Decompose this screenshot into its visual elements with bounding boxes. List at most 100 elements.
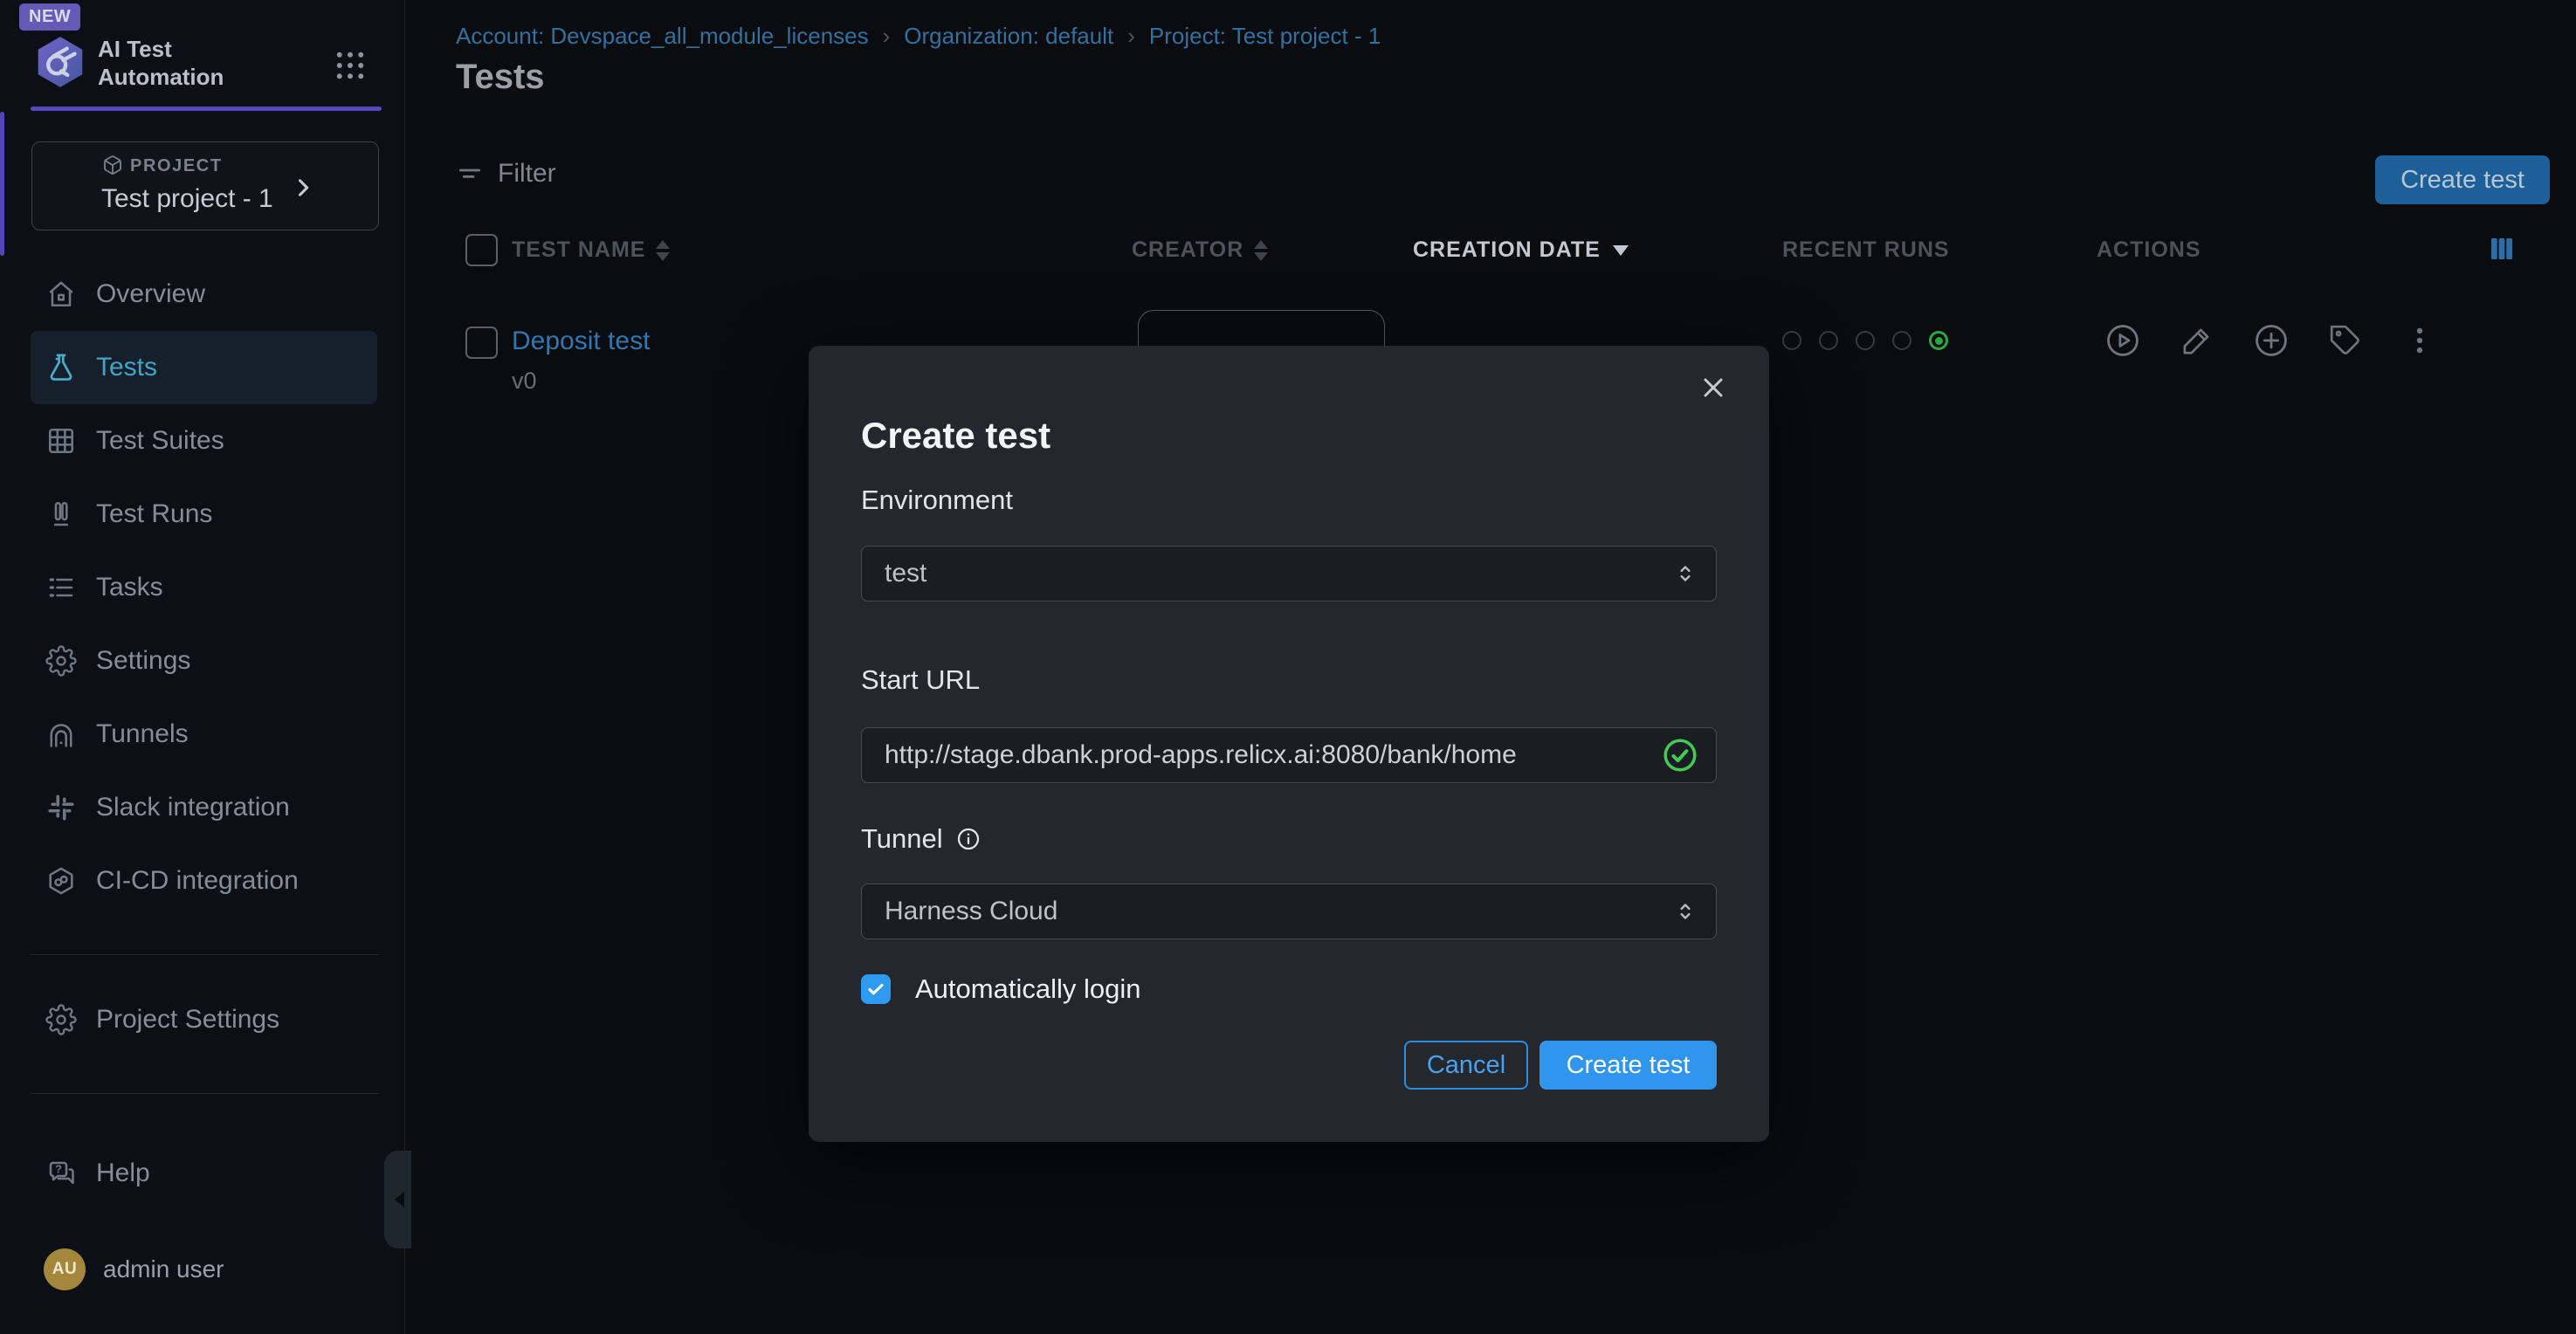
- sidebar-item-tasks[interactable]: Tasks: [31, 551, 377, 624]
- more-options-icon[interactable]: [2400, 321, 2439, 360]
- sidebar-footer: ? Help AU admin user: [0, 1142, 404, 1334]
- app-logo-icon[interactable]: [31, 33, 89, 91]
- sidebar-item-label: Project Settings: [96, 1005, 279, 1035]
- select-all-checkbox[interactable]: [465, 234, 498, 266]
- filter-icon: [456, 160, 484, 188]
- tunnel-select[interactable]: Harness Cloud: [861, 884, 1717, 939]
- sidebar-nav: Overview Tests Test Suites: [0, 258, 404, 1122]
- filter-button[interactable]: Filter: [456, 159, 556, 189]
- column-header-creation-date[interactable]: CREATION DATE: [1413, 237, 1629, 263]
- chevron-right-icon: [291, 175, 315, 200]
- cancel-button[interactable]: Cancel: [1404, 1041, 1528, 1090]
- breadcrumb: Account: Devspace_all_module_licenses › …: [456, 23, 1381, 50]
- tunnel-value: Harness Cloud: [885, 897, 1672, 926]
- tunnel-label-text: Tunnel: [861, 822, 943, 856]
- run-status-dot[interactable]: [1782, 331, 1801, 350]
- info-icon[interactable]: [955, 826, 981, 852]
- run-test-icon[interactable]: [2104, 321, 2142, 360]
- home-icon: [45, 278, 77, 310]
- environment-value: test: [885, 559, 1672, 588]
- run-status-dot-passed[interactable]: [1929, 331, 1948, 350]
- test-version: v0: [512, 368, 537, 395]
- column-header-recent-runs: RECENT RUNS: [1782, 237, 1950, 263]
- cube-icon: [102, 155, 123, 175]
- filter-label: Filter: [498, 159, 556, 189]
- sidebar-item-label: Test Runs: [96, 499, 212, 529]
- auto-login-checkbox[interactable]: [861, 974, 891, 1004]
- sidebar-item-label: Test Suites: [96, 426, 224, 456]
- project-kicker: PROJECT: [130, 156, 223, 176]
- test-name-link[interactable]: Deposit test: [512, 327, 650, 356]
- column-header-actions: ACTIONS: [2097, 237, 2201, 263]
- row-actions: [2104, 321, 2439, 360]
- sidebar-item-test-runs[interactable]: Test Runs: [31, 478, 377, 551]
- breadcrumb-organization[interactable]: Organization: default: [904, 23, 1113, 50]
- sidebar-item-label: Slack integration: [96, 793, 290, 822]
- user-menu[interactable]: AU admin user: [44, 1248, 224, 1290]
- sidebar-item-slack-integration[interactable]: Slack integration: [31, 771, 377, 844]
- sort-icons: [1254, 240, 1268, 261]
- run-status-dot[interactable]: [1892, 331, 1911, 350]
- valid-check-icon: [1662, 737, 1698, 774]
- user-name: admin user: [103, 1255, 224, 1283]
- sidebar-item-overview[interactable]: Overview: [31, 258, 377, 331]
- sidebar-item-cicd-integration[interactable]: CI-CD integration: [31, 844, 377, 918]
- tunnel-icon: [45, 719, 77, 750]
- hexagon-link-icon: [45, 865, 77, 897]
- sidebar: NEW AI Test Automation: [0, 0, 405, 1334]
- sidebar-item-label: Tests: [96, 353, 157, 382]
- column-settings-icon[interactable]: [2487, 234, 2517, 264]
- modal-create-test-button[interactable]: Create test: [1539, 1041, 1717, 1090]
- select-stepper-icon: [1672, 560, 1698, 587]
- column-label: CREATOR: [1132, 237, 1243, 263]
- column-header-creator[interactable]: CREATOR: [1132, 237, 1268, 263]
- auto-login-label: Automatically login: [915, 973, 1140, 1005]
- help-button[interactable]: ? Help: [45, 1158, 150, 1189]
- app-name: AI Test Automation: [98, 35, 272, 91]
- edit-icon[interactable]: [2178, 321, 2216, 360]
- column-label: TEST NAME: [512, 237, 645, 263]
- flask-icon: [45, 352, 77, 383]
- sidebar-item-tunnels[interactable]: Tunnels: [31, 698, 377, 771]
- select-stepper-icon: [1672, 898, 1698, 925]
- run-status-dot[interactable]: [1856, 331, 1875, 350]
- breadcrumb-account[interactable]: Account: Devspace_all_module_licenses: [456, 23, 869, 50]
- tag-icon[interactable]: [2326, 321, 2365, 360]
- column-label: RECENT RUNS: [1782, 237, 1950, 263]
- svg-text:?: ?: [55, 1162, 62, 1175]
- sidebar-item-project-settings[interactable]: Project Settings: [31, 983, 377, 1056]
- environment-select[interactable]: test: [861, 546, 1717, 602]
- project-name: Test project - 1: [101, 184, 273, 214]
- project-selector[interactable]: PROJECT Test project - 1: [31, 141, 379, 230]
- table-header: TEST NAME CREATOR CREATION DATE RECENT R…: [405, 225, 2576, 274]
- tunnel-label: Tunnel: [861, 822, 981, 856]
- modal-title: Create test: [861, 415, 1050, 457]
- auto-login-row[interactable]: Automatically login: [861, 973, 1140, 1005]
- sidebar-item-settings[interactable]: Settings: [31, 624, 377, 698]
- sort-icons: [656, 240, 670, 261]
- sidebar-collapse-handle[interactable]: [384, 1151, 411, 1248]
- column-header-test-name[interactable]: TEST NAME: [512, 237, 670, 263]
- sidebar-item-label: Tasks: [96, 573, 163, 602]
- start-url-value: http://stage.dbank.prod-apps.relicx.ai:8…: [885, 740, 1662, 770]
- create-test-button[interactable]: Create test: [2375, 155, 2550, 204]
- avatar: AU: [44, 1248, 86, 1290]
- row-checkbox[interactable]: [465, 327, 498, 359]
- page-title: Tests: [456, 58, 545, 97]
- sidebar-item-label: CI-CD integration: [96, 866, 299, 896]
- close-icon[interactable]: [1692, 367, 1734, 409]
- breadcrumb-project[interactable]: Project: Test project - 1: [1149, 23, 1381, 50]
- sidebar-scrollbar[interactable]: [0, 112, 4, 256]
- module-switcher-icon[interactable]: [332, 47, 368, 84]
- gear-icon: [45, 1004, 77, 1035]
- add-to-suite-icon[interactable]: [2252, 321, 2290, 360]
- sidebar-item-tests[interactable]: Tests: [31, 331, 377, 404]
- sidebar-divider: [31, 1093, 380, 1094]
- start-url-input[interactable]: http://stage.dbank.prod-apps.relicx.ai:8…: [861, 727, 1717, 783]
- gear-icon: [45, 645, 77, 677]
- breadcrumb-separator: ›: [1127, 23, 1135, 50]
- sidebar-item-test-suites[interactable]: Test Suites: [31, 404, 377, 478]
- slack-icon: [45, 792, 77, 823]
- run-status-dot[interactable]: [1819, 331, 1838, 350]
- help-label: Help: [96, 1159, 150, 1188]
